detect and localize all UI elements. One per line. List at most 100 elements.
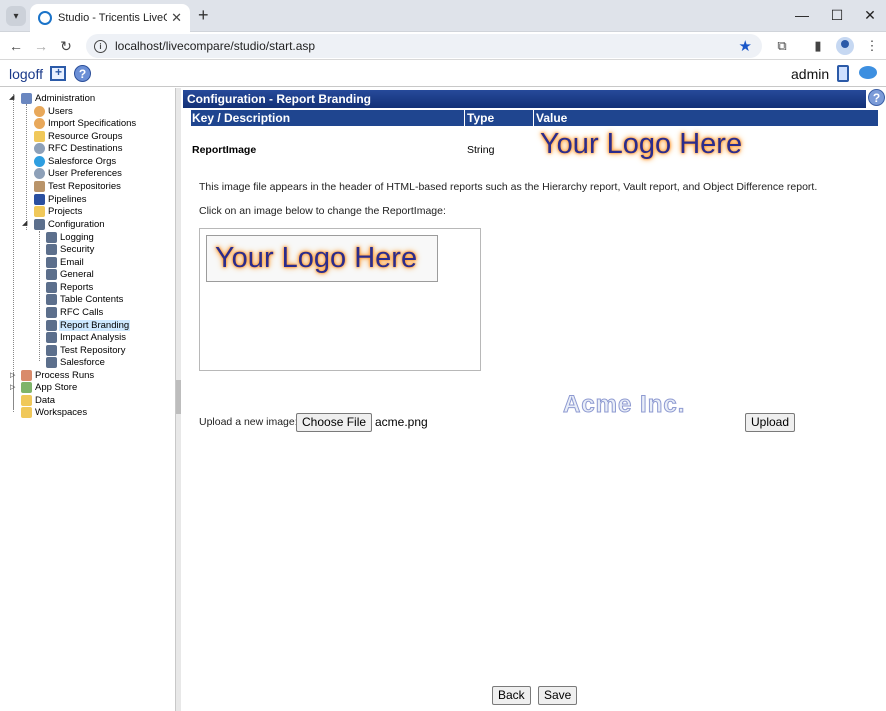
tree-item-workspaces[interactable]: Workspaces <box>21 406 88 418</box>
bookmark-star-icon[interactable]: ★ <box>739 37 752 55</box>
folder-icon <box>34 130 45 142</box>
folder-icon <box>34 205 45 217</box>
description-text: This image file appears in the header of… <box>199 181 818 193</box>
tree-item-security[interactable]: Security <box>46 243 95 255</box>
user-icon <box>34 117 45 129</box>
tree-item-reports[interactable]: Reports <box>46 281 94 293</box>
upload-button[interactable]: Upload <box>745 413 796 432</box>
expand-app-store-icon[interactable]: ▷ <box>10 383 15 391</box>
side-panel-icon[interactable]: ▮ <box>810 38 826 54</box>
row-key: ReportImage <box>192 144 257 156</box>
minimize-button[interactable]: — <box>792 5 812 25</box>
uploaded-image-preview[interactable]: Acme Inc. <box>562 391 685 419</box>
tree-item-rfc-calls[interactable]: RFC Calls <box>46 306 104 318</box>
tree-item-import-specifications[interactable]: Import Specifications <box>34 117 137 129</box>
collapse-configuration-icon[interactable]: ◢ <box>22 219 27 227</box>
extensions-icon[interactable]: ⧉ <box>774 38 790 54</box>
column-separator <box>533 110 534 126</box>
tree-item-configuration[interactable]: Configuration <box>34 218 106 230</box>
process-icon <box>21 369 32 381</box>
tree-item-email[interactable]: Email <box>46 256 85 268</box>
chat-bubble-icon[interactable] <box>859 66 877 79</box>
new-window-icon[interactable] <box>50 65 66 81</box>
tree-item-user-preferences[interactable]: User Preferences <box>34 167 123 179</box>
tree-item-app-store[interactable]: App Store <box>21 381 78 393</box>
save-button[interactable]: Save <box>538 686 578 705</box>
store-icon <box>21 381 32 393</box>
cloud-icon <box>34 155 45 167</box>
choose-file-button[interactable]: Choose File <box>296 413 373 432</box>
tree-item-data[interactable]: Data <box>21 394 56 406</box>
help-icon[interactable]: ? <box>74 65 91 82</box>
site-info-icon[interactable]: i <box>94 39 107 53</box>
address-bar[interactable]: i localhost/livecompare/studio/start.asp… <box>86 34 762 58</box>
gear-icon <box>34 167 45 179</box>
folder-icon <box>21 394 32 406</box>
tree-item-administration[interactable]: Administration <box>21 92 96 104</box>
tree-item-process-runs[interactable]: Process Runs <box>21 369 95 381</box>
sliders-icon <box>46 281 57 293</box>
tree-item-salesforce[interactable]: Salesforce <box>46 356 106 368</box>
mobile-device-icon[interactable] <box>837 65 849 82</box>
tree-item-users[interactable]: Users <box>34 105 74 117</box>
profile-avatar-icon[interactable] <box>836 37 854 55</box>
close-window-button[interactable]: ✕ <box>860 5 880 25</box>
column-separator <box>464 110 465 126</box>
sliders-icon <box>46 256 57 268</box>
sliders-icon <box>46 293 57 305</box>
back-button[interactable]: Back <box>492 686 531 705</box>
column-header-type: Type <box>467 111 495 125</box>
sliders-icon <box>46 231 57 243</box>
tree-item-resource-groups[interactable]: Resource Groups <box>34 130 123 142</box>
new-tab-button[interactable]: + <box>198 5 209 25</box>
click-instruction-text: Click on an image below to change the Re… <box>199 205 446 217</box>
tree-item-projects[interactable]: Projects <box>34 205 83 217</box>
logoff-link[interactable]: logoff <box>9 66 43 82</box>
page-help-icon[interactable]: ? <box>868 89 885 106</box>
gear-icon <box>34 142 45 154</box>
tree-item-table-contents[interactable]: Table Contents <box>46 293 124 305</box>
tree-item-report-branding[interactable]: Report Branding <box>46 319 131 331</box>
tree-item-salesforce-orgs[interactable]: Salesforce Orgs <box>34 155 117 167</box>
url-text[interactable]: localhost/livecompare/studio/start.asp <box>115 39 739 53</box>
app-header: logoff ? admin <box>0 61 886 87</box>
image-gallery: Your Logo Here <box>199 228 481 371</box>
tree-item-impact-analysis[interactable]: Impact Analysis <box>46 331 127 343</box>
repo-icon <box>34 180 45 192</box>
browser-tab[interactable]: Studio - Tricentis LiveCompare ✕ <box>30 4 190 32</box>
tab-search-chevron-icon[interactable]: ▾ <box>6 6 26 26</box>
page-title: Configuration - Report Branding <box>183 90 866 108</box>
navigation-tree: ◢ ◢ ▷ ▷ Administration Users Import Spec… <box>0 88 176 711</box>
back-arrow-icon[interactable]: ← <box>6 36 26 56</box>
splitter-handle[interactable] <box>176 380 181 414</box>
column-header-value: Value <box>536 111 568 125</box>
collapse-administration-icon[interactable]: ◢ <box>9 93 14 101</box>
image-option-your-logo[interactable]: Your Logo Here <box>206 235 438 282</box>
browser-tab-strip: ▾ Studio - Tricentis LiveCompare ✕ + — ☐… <box>0 0 886 32</box>
current-user-label: admin <box>791 66 830 82</box>
sliders-icon <box>46 243 57 255</box>
tree-item-pipelines[interactable]: Pipelines <box>34 193 88 205</box>
row-type: String <box>467 144 495 156</box>
expand-process-runs-icon[interactable]: ▷ <box>10 371 15 379</box>
forward-arrow-icon[interactable]: → <box>31 36 51 56</box>
tree-item-test-repositories[interactable]: Test Repositories <box>34 180 122 192</box>
reload-icon[interactable]: ↻ <box>56 36 76 56</box>
main-content: Configuration - Report Branding ? Key / … <box>182 88 886 711</box>
tree-item-logging[interactable]: Logging <box>46 231 95 243</box>
tree-item-general[interactable]: General <box>46 268 95 280</box>
browser-menu-icon[interactable]: ⋮ <box>864 38 880 54</box>
tree-item-test-repository[interactable]: Test Repository <box>46 344 126 356</box>
tab-title: Studio - Tricentis LiveCompare <box>58 12 167 24</box>
pipeline-icon <box>34 193 45 205</box>
tree-connector <box>26 104 27 230</box>
maximize-button[interactable]: ☐ <box>827 5 847 25</box>
chosen-file-name: acme.png <box>375 415 428 429</box>
sliders-icon <box>46 306 57 318</box>
folder-icon <box>21 406 32 418</box>
tree-connector <box>13 94 14 409</box>
admin-icon <box>21 92 32 104</box>
current-report-image: Your Logo Here <box>540 128 743 160</box>
tree-item-rfc-destinations[interactable]: RFC Destinations <box>34 142 123 154</box>
tab-close-icon[interactable]: ✕ <box>171 10 182 26</box>
